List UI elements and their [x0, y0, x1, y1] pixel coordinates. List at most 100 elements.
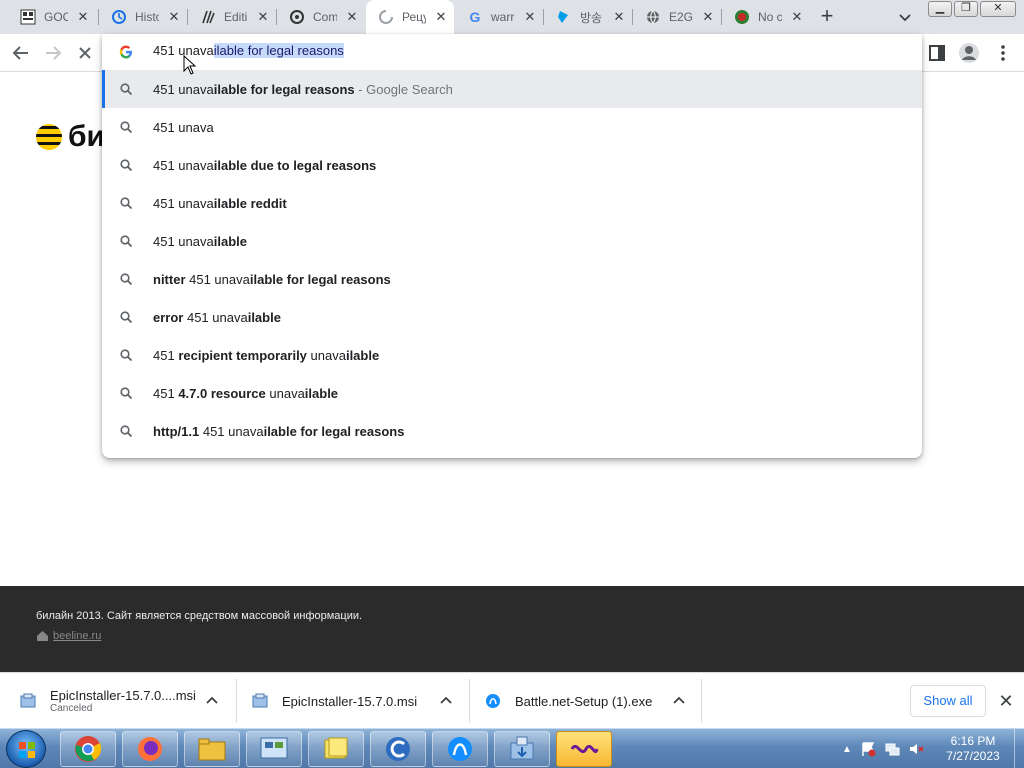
suggestion-item[interactable]: error 451 unavailable: [102, 298, 922, 336]
address-bar[interactable]: 451 unavailable for legal reasons: [102, 34, 922, 70]
tab-e2g[interactable]: E2G ✕: [633, 0, 721, 34]
suggestion-item[interactable]: 451 4.7.0 resource unavailable: [102, 374, 922, 412]
shelf-separator: [701, 679, 702, 723]
close-window-button[interactable]: ✕: [980, 1, 1016, 17]
tab-editing[interactable]: Editi ✕: [188, 0, 276, 34]
suggestion-item[interactable]: 451 recipient temporarily unavailable: [102, 336, 922, 374]
close-icon[interactable]: ✕: [76, 10, 90, 24]
suggestion-match-plain: 451 unava: [153, 196, 214, 211]
suggestion-match-bold: ilable for legal reasons: [263, 424, 405, 439]
close-icon[interactable]: ✕: [256, 10, 270, 24]
address-input[interactable]: 451 unavailable for legal reasons: [153, 43, 344, 58]
maximize-button[interactable]: ❐: [954, 1, 978, 17]
tab-no-c[interactable]: No c ✕: [722, 0, 810, 34]
suggestion-text: 451 unavailable reddit: [153, 196, 287, 211]
odoo-icon: [289, 9, 305, 25]
msi-file-icon: [252, 693, 268, 708]
suggestion-match-bold: error: [153, 310, 187, 325]
footer-link[interactable]: beeline.ru: [36, 630, 101, 642]
tab-history[interactable]: Histo ✕: [99, 0, 187, 34]
installer-icon: [510, 736, 534, 760]
battlenet-file-icon: [486, 694, 500, 708]
tab-community[interactable]: Com ✕: [277, 0, 365, 34]
clock-time: 6:16 PM: [950, 734, 996, 748]
suggestion-item[interactable]: http/1.1 451 unavailable for legal reaso…: [102, 412, 922, 450]
taskbar-control-panel[interactable]: [246, 731, 302, 767]
minimize-button[interactable]: ▁: [928, 1, 952, 17]
tray-expand-icon[interactable]: ▲: [842, 744, 852, 755]
chevron-up-icon[interactable]: [206, 695, 218, 707]
menu-kebab-icon[interactable]: [992, 42, 1014, 64]
footer-text: билайн 2013. Сайт является средством мас…: [36, 610, 363, 622]
page-footer: билайн 2013. Сайт является средством мас…: [0, 586, 1024, 672]
close-icon[interactable]: ✕: [434, 10, 448, 24]
taskbar-firefox[interactable]: [122, 731, 178, 767]
close-icon[interactable]: ✕: [612, 10, 626, 24]
suggestion-match-bold: recipient temporarily: [178, 348, 311, 363]
start-button[interactable]: [6, 730, 46, 768]
file-explorer-icon: [198, 738, 226, 761]
taskbar-file-explorer[interactable]: [184, 731, 240, 767]
search-icon: [120, 197, 132, 209]
suggestion-text: http/1.1 451 unavailable for legal reaso…: [153, 424, 404, 439]
taskbar-ccleaner[interactable]: [370, 731, 426, 767]
tab-google[interactable]: G warr ✕: [455, 0, 543, 34]
suggestion-item[interactable]: 451 unava: [102, 108, 922, 146]
suggestion-item[interactable]: 451 unavailable for legal reasons - Goog…: [102, 70, 922, 108]
network-icon[interactable]: [884, 741, 900, 757]
tab-goog[interactable]: GOOG ✕: [8, 0, 96, 34]
forward-arrow-icon[interactable]: [42, 42, 64, 64]
google-icon: G: [469, 9, 481, 25]
download-item[interactable]: Battle.net-Setup (1).exe: [485, 673, 685, 729]
taskbar-chrome[interactable]: [60, 731, 116, 767]
action-center-flag-icon[interactable]: [860, 741, 876, 757]
close-icon[interactable]: ✕: [345, 10, 359, 24]
profile-avatar-icon[interactable]: [958, 42, 980, 64]
new-tab-button[interactable]: +: [815, 5, 839, 28]
suggestion-text: nitter 451 unavailable for legal reasons: [153, 272, 391, 287]
show-desktop-button[interactable]: [1014, 729, 1024, 768]
windows-logo-icon: [19, 742, 35, 758]
brand-name: би: [68, 120, 105, 153]
suggestion-source: - Google Search: [354, 82, 453, 97]
search-icon: [120, 425, 132, 437]
show-all-button[interactable]: Show all: [910, 685, 986, 717]
back-arrow-icon[interactable]: [10, 42, 32, 64]
tab-active[interactable]: Рецу ✕: [366, 0, 454, 34]
tab-broadcast[interactable]: 방송 ✕: [544, 0, 632, 34]
suggestion-text: 451 unava: [153, 120, 214, 135]
suggestion-item[interactable]: nitter 451 unavailable for legal reasons: [102, 260, 922, 298]
close-icon[interactable]: ✕: [701, 10, 715, 24]
suggestion-match-plain: 451 unava: [186, 310, 248, 325]
brand-logo[interactable]: би: [36, 120, 105, 154]
chevron-up-icon[interactable]: [673, 695, 685, 707]
stop-loading-icon[interactable]: [74, 42, 96, 64]
suggestion-item[interactable]: 451 unavailable: [102, 222, 922, 260]
suggestion-item[interactable]: 451 unavailable reddit: [102, 184, 922, 222]
download-item[interactable]: EpicInstaller-15.7.0....msi Canceled: [20, 673, 218, 729]
tab-title: No c: [758, 10, 782, 24]
taskbar-visual-studio[interactable]: [556, 731, 612, 767]
windows-taskbar: ▲ 6:16 PM 7/27/2023: [0, 728, 1024, 768]
system-clock[interactable]: 6:16 PM 7/27/2023: [938, 734, 1008, 764]
suggestion-item[interactable]: 451 unavailable due to legal reasons: [102, 146, 922, 184]
msi-file-icon: [20, 693, 36, 708]
broadcast-icon: [556, 9, 572, 25]
side-panel-icon[interactable]: [926, 42, 948, 64]
close-icon[interactable]: ✕: [523, 10, 537, 24]
close-shelf-icon[interactable]: ✕: [998, 692, 1014, 710]
taskbar-sticky-notes[interactable]: [308, 731, 364, 767]
suggestion-text: 451 recipient temporarily unavailable: [153, 348, 379, 363]
taskbar-battlenet[interactable]: [432, 731, 488, 767]
taskbar-installer[interactable]: [494, 731, 550, 767]
close-icon[interactable]: ✕: [790, 10, 804, 24]
ccleaner-icon: [386, 737, 410, 761]
visual-studio-icon: [570, 744, 599, 754]
footer-link-label: beeline.ru: [53, 630, 102, 642]
chevron-up-icon[interactable]: [440, 695, 452, 707]
volume-muted-icon[interactable]: [908, 741, 924, 757]
close-icon[interactable]: ✕: [167, 10, 181, 24]
tab-search-chevron-icon[interactable]: [896, 8, 914, 26]
suggestion-match-plain: 451 unava: [153, 158, 214, 173]
download-item[interactable]: EpicInstaller-15.7.0.msi: [252, 673, 452, 729]
